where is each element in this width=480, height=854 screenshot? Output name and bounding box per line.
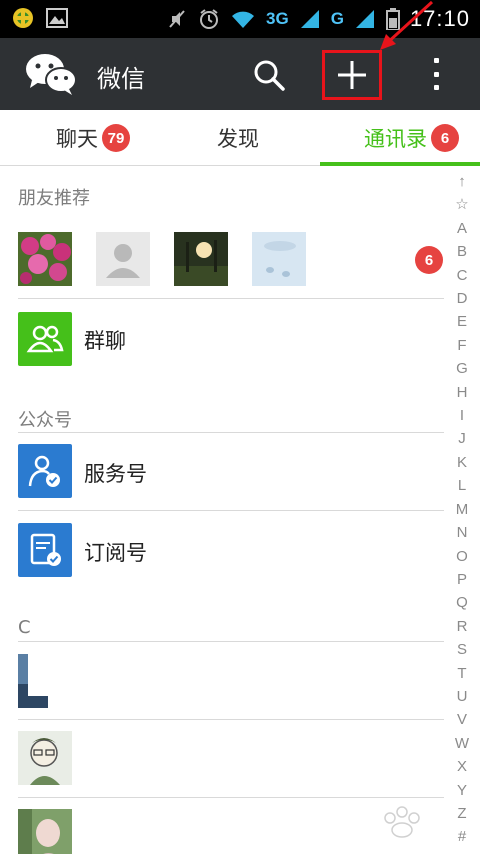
index-letter[interactable]: S (457, 638, 467, 661)
add-button[interactable] (322, 50, 382, 100)
index-letter[interactable]: Q (456, 591, 468, 614)
section-title-recommend: 朋友推荐 (18, 188, 90, 209)
index-letter[interactable]: C (457, 264, 468, 287)
index-letter[interactable]: G (456, 357, 468, 380)
index-letter[interactable]: H (457, 381, 468, 404)
person-check-icon (28, 455, 60, 487)
index-letter[interactable]: W (455, 732, 469, 755)
index-letter[interactable]: V (457, 708, 467, 731)
image-icon (46, 8, 68, 28)
section-title-official: 公众号 (18, 410, 72, 431)
index-letter[interactable]: L (458, 474, 466, 497)
search-icon[interactable] (252, 58, 286, 92)
index-letter[interactable]: A (457, 217, 467, 240)
status-left (12, 7, 68, 29)
avatar (252, 232, 306, 286)
tab-contacts[interactable]: 通讯录 6 (364, 110, 459, 166)
avatar (174, 232, 228, 286)
service-account-label: 服务号 (84, 462, 147, 486)
avatar (18, 731, 72, 785)
index-letter[interactable]: O (456, 545, 468, 568)
plus-icon (338, 61, 366, 89)
more-dot (433, 58, 439, 63)
group-chat-icon (18, 312, 72, 366)
index-letter[interactable]: J (458, 427, 466, 450)
subscription-account-icon (18, 523, 72, 577)
tab-label: 发现 (217, 127, 259, 151)
tab-chats[interactable]: 聊天 79 (56, 110, 130, 166)
alarm-icon (200, 9, 219, 29)
index-letter[interactable]: X (457, 755, 467, 778)
divider (18, 298, 444, 299)
more-menu-button[interactable] (424, 56, 448, 92)
tab-discover[interactable]: 发现 (217, 110, 259, 166)
people-icon (26, 325, 64, 353)
divider (18, 641, 444, 642)
index-letter[interactable]: ↑ (458, 170, 466, 193)
recommend-badge: 6 (415, 246, 443, 274)
divider (18, 432, 444, 433)
unread-badge: 79 (102, 124, 130, 152)
signal-icon-2 (355, 10, 374, 28)
group-chat-label: 群聊 (84, 329, 126, 353)
signal-icon (300, 10, 319, 28)
service-account-icon (18, 444, 72, 498)
index-letter[interactable]: ☆ (455, 193, 468, 216)
wifi-icon (232, 11, 255, 28)
mute-icon (169, 10, 185, 28)
subscription-account-label: 订阅号 (84, 541, 147, 565)
active-tab-indicator (320, 162, 480, 166)
index-letter[interactable]: D (457, 287, 468, 310)
unread-badge: 6 (431, 124, 459, 152)
document-check-icon (30, 533, 61, 566)
avatar (18, 809, 72, 854)
index-letter[interactable]: B (457, 240, 467, 263)
avatar (18, 232, 72, 286)
tab-bar: 聊天 79 发现 通讯录 6 (0, 110, 480, 166)
index-letter[interactable]: P (457, 568, 467, 591)
index-letter[interactable]: I (460, 404, 464, 427)
wechat-contacts-screen: 3G G 17:10 微信 聊天 79 发现 通讯录 6 朋友推荐 6 群聊 公… (0, 0, 480, 854)
index-letter[interactable]: # (458, 825, 466, 848)
baidu-watermark-icon (384, 806, 420, 838)
index-letter[interactable]: R (457, 615, 468, 638)
index-letter[interactable]: U (457, 685, 468, 708)
index-letter[interactable]: T (457, 662, 466, 685)
section-title-c: C (18, 617, 31, 638)
avatar (18, 654, 72, 708)
index-letter[interactable]: M (456, 498, 469, 521)
tab-label: 聊天 (56, 127, 98, 151)
index-letter[interactable]: K (457, 451, 467, 474)
tab-label: 通讯录 (364, 127, 427, 151)
network-type-2: G (330, 9, 344, 28)
wechat-logo-icon (26, 54, 77, 95)
index-letter[interactable]: F (457, 334, 466, 357)
divider (18, 719, 444, 720)
alphabet-index[interactable]: ↑ ☆ A B C D E F G H I J K L M N O P Q R S T U V W X Y Z # (450, 170, 474, 849)
divider (18, 510, 444, 511)
app-notification-icon (13, 8, 33, 28)
network-type-1: 3G (266, 9, 289, 28)
index-letter[interactable]: Z (457, 802, 466, 825)
divider (18, 797, 444, 798)
more-dot (433, 71, 439, 77)
index-letter[interactable]: E (457, 310, 467, 333)
index-letter[interactable]: N (457, 521, 468, 544)
app-title: 微信 (97, 65, 145, 93)
index-letter[interactable]: Y (457, 779, 467, 802)
avatar (96, 232, 150, 286)
more-dot (433, 85, 439, 90)
annotation-arrow-icon (380, 0, 434, 50)
